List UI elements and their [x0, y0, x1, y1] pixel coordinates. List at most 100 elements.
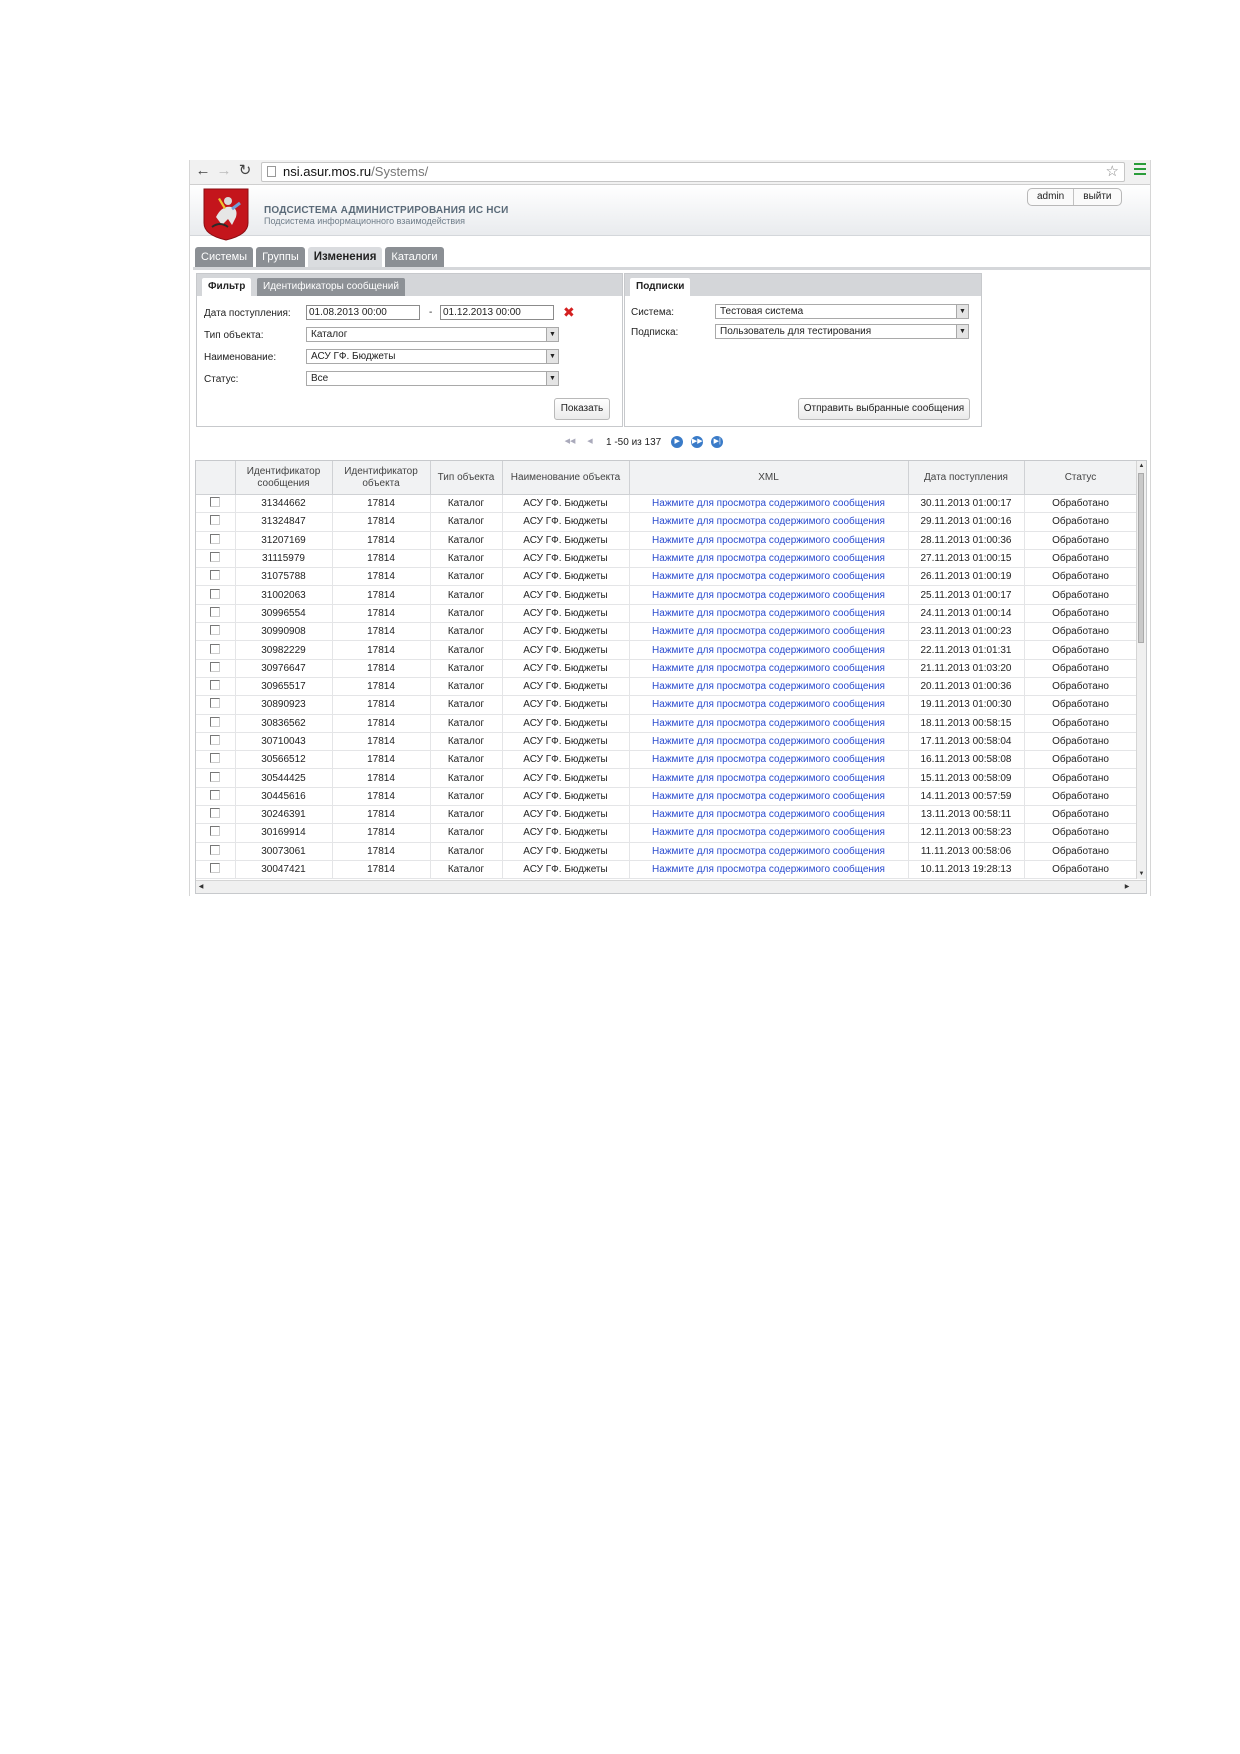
xml-view-link[interactable]: Нажмите для просмотра содержимого сообще…	[629, 512, 909, 532]
table-row[interactable]: 30073061 17814 Каталог АСУ ГФ. Бюджеты Нажми…	[196, 842, 1138, 861]
system-select[interactable]: Тестовая система ▼	[715, 304, 969, 319]
reload-icon[interactable]: ↻	[236, 162, 254, 180]
column-header-xml[interactable]: XML	[629, 461, 909, 495]
row-checkbox[interactable]	[210, 588, 221, 599]
xml-view-link[interactable]: Нажмите для просмотра содержимого сообще…	[629, 732, 909, 752]
horizontal-scrollbar[interactable]: ◀ ▶	[196, 880, 1146, 893]
table-row[interactable]: 30710043 17814 Каталог АСУ ГФ. Бюджеты Нажми…	[196, 732, 1138, 752]
prev-page-icon[interactable]: ◀	[584, 436, 596, 448]
row-checkbox[interactable]	[210, 515, 221, 526]
table-row[interactable]: 31344662 17814 Каталог АСУ ГФ. Бюджеты Нажми…	[196, 494, 1138, 514]
row-checkbox[interactable]	[210, 716, 221, 727]
column-header-object-name[interactable]: Наименование объекта	[502, 461, 630, 495]
row-checkbox[interactable]	[210, 844, 221, 855]
chevron-down-icon[interactable]: ▼	[546, 328, 558, 341]
subscription-select[interactable]: Пользователь для тестирования ▼	[715, 324, 969, 339]
table-row[interactable]: 30990908 17814 Каталог АСУ ГФ. Бюджеты Нажми…	[196, 622, 1138, 642]
table-row[interactable]: 31075788 17814 Каталог АСУ ГФ. Бюджеты Нажми…	[196, 567, 1138, 587]
last-page-icon[interactable]: ▶|	[711, 436, 724, 448]
row-checkbox[interactable]	[210, 735, 221, 745]
back-arrow-icon[interactable]: ←	[194, 162, 212, 180]
row-checkbox[interactable]	[210, 570, 221, 581]
row-checkbox[interactable]	[210, 552, 221, 563]
row-checkbox[interactable]	[210, 826, 221, 837]
table-row[interactable]: 30047421 17814 Каталог АСУ ГФ. Бюджеты Нажми…	[196, 860, 1138, 880]
date-to-input[interactable]: 01.12.2013 00:00	[440, 305, 554, 320]
table-row[interactable]: 30169914 17814 Каталог АСУ ГФ. Бюджеты Нажми…	[196, 823, 1138, 843]
xml-view-link[interactable]: Нажмите для просмотра содержимого сообще…	[629, 604, 909, 624]
tab-catalogs[interactable]: Каталоги	[385, 247, 444, 267]
vertical-scrollbar[interactable]: ▲ ▼	[1136, 461, 1146, 879]
object-type-select[interactable]: Каталог ▼	[306, 327, 559, 342]
row-checkbox[interactable]	[210, 698, 221, 709]
column-header-status[interactable]: Статус	[1024, 461, 1138, 495]
xml-view-link[interactable]: Нажмите для просмотра содержимого сообще…	[629, 585, 909, 605]
table-row[interactable]: 31002063 17814 Каталог АСУ ГФ. Бюджеты Нажми…	[196, 585, 1138, 605]
forward-arrow-icon[interactable]: →	[215, 162, 233, 180]
xml-view-link[interactable]: Нажмите для просмотра содержимого сообще…	[629, 823, 909, 843]
row-checkbox[interactable]	[210, 771, 221, 782]
row-checkbox[interactable]	[210, 606, 221, 617]
chevron-down-icon[interactable]: ▼	[956, 305, 968, 318]
table-row[interactable]: 30982229 17814 Каталог АСУ ГФ. Бюджеты Нажми…	[196, 640, 1138, 660]
table-row[interactable]: 30246391 17814 Каталог АСУ ГФ. Бюджеты Нажми…	[196, 805, 1138, 825]
scroll-right-icon[interactable]: ▶	[1122, 881, 1132, 893]
table-row[interactable]: 30544425 17814 Каталог АСУ ГФ. Бюджеты Нажми…	[196, 768, 1138, 788]
date-from-input[interactable]: 01.08.2013 00:00	[306, 305, 420, 320]
xml-view-link[interactable]: Нажмите для просмотра содержимого сообще…	[629, 549, 909, 569]
scroll-down-icon[interactable]: ▼	[1137, 869, 1146, 879]
row-checkbox[interactable]	[210, 643, 221, 654]
xml-view-link[interactable]: Нажмите для просмотра содержимого сообще…	[629, 622, 909, 642]
xml-view-link[interactable]: Нажмите для просмотра содержимого сообще…	[629, 714, 909, 733]
row-checkbox[interactable]	[210, 753, 221, 764]
xml-view-link[interactable]: Нажмите для просмотра содержимого сообще…	[629, 659, 909, 678]
fast-forward-icon[interactable]: ▶▶	[691, 436, 704, 448]
table-row[interactable]: 30836562 17814 Каталог АСУ ГФ. Бюджеты Нажми…	[196, 714, 1138, 733]
xml-view-link[interactable]: Нажмите для просмотра содержимого сообще…	[629, 787, 909, 807]
username-link[interactable]: admin	[1028, 189, 1073, 205]
tab-systems[interactable]: Системы	[195, 247, 254, 267]
table-row[interactable]: 30976647 17814 Каталог АСУ ГФ. Бюджеты Нажми…	[196, 659, 1138, 678]
xml-view-link[interactable]: Нажмите для просмотра содержимого сообще…	[629, 531, 909, 550]
star-icon[interactable]: ☆	[1106, 163, 1119, 181]
name-select[interactable]: АСУ ГФ. Бюджеты ▼	[306, 349, 559, 364]
logout-link[interactable]: выйти	[1074, 189, 1120, 205]
chevron-down-icon[interactable]: ▼	[546, 350, 558, 363]
table-row[interactable]: 31324847 17814 Каталог АСУ ГФ. Бюджеты Нажми…	[196, 512, 1138, 532]
row-checkbox[interactable]	[210, 533, 221, 544]
xml-view-link[interactable]: Нажмите для просмотра содержимого сообще…	[629, 768, 909, 788]
first-page-icon[interactable]: ◀◀	[564, 436, 576, 448]
row-checkbox[interactable]	[210, 789, 221, 800]
table-row[interactable]: 30445616 17814 Каталог АСУ ГФ. Бюджеты Нажми…	[196, 787, 1138, 807]
xml-view-link[interactable]: Нажмите для просмотра содержимого сообще…	[629, 567, 909, 587]
tab-groups[interactable]: Группы	[256, 247, 305, 267]
row-checkbox[interactable]	[210, 625, 221, 636]
xml-view-link[interactable]: Нажмите для просмотра содержимого сообще…	[629, 695, 909, 715]
row-checkbox[interactable]	[210, 863, 221, 874]
chevron-down-icon[interactable]: ▼	[546, 372, 558, 385]
xml-view-link[interactable]: Нажмите для просмотра содержимого сообще…	[629, 750, 909, 770]
send-selected-button[interactable]: Отправить выбранные сообщения	[798, 398, 970, 420]
xml-view-link[interactable]: Нажмите для просмотра содержимого сообще…	[629, 860, 909, 880]
menu-icon[interactable]	[1134, 163, 1146, 177]
xml-view-link[interactable]: Нажмите для просмотра содержимого сообще…	[629, 494, 909, 514]
row-checkbox[interactable]	[210, 808, 221, 819]
xml-view-link[interactable]: Нажмите для просмотра содержимого сообще…	[629, 805, 909, 825]
xml-view-link[interactable]: Нажмите для просмотра содержимого сообще…	[629, 842, 909, 861]
next-page-icon[interactable]: ▶	[671, 436, 684, 448]
scroll-up-icon[interactable]: ▲	[1137, 461, 1146, 471]
table-row[interactable]: 30965517 17814 Каталог АСУ ГФ. Бюджеты Нажми…	[196, 677, 1138, 697]
scroll-left-icon[interactable]: ◀	[196, 881, 206, 893]
column-header-date[interactable]: Дата поступления	[908, 461, 1025, 495]
address-bar[interactable]: nsi.asur.mos.ru/Systems/ ☆	[261, 162, 1125, 182]
tab-changes[interactable]: Изменения	[307, 247, 383, 267]
tab-subscriptions[interactable]: Подписки	[630, 278, 691, 296]
column-header-object-type[interactable]: Тип объекта	[430, 461, 503, 495]
status-select[interactable]: Все ▼	[306, 371, 559, 386]
table-row[interactable]: 30890923 17814 Каталог АСУ ГФ. Бюджеты Нажми…	[196, 695, 1138, 715]
table-row[interactable]: 30566512 17814 Каталог АСУ ГФ. Бюджеты Нажми…	[196, 750, 1138, 770]
column-header-object-id[interactable]: Идентификатор объекта	[332, 461, 431, 495]
column-header-message-id[interactable]: Идентификатор сообщения	[235, 461, 333, 495]
table-row[interactable]: 31115979 17814 Каталог АСУ ГФ. Бюджеты Нажми…	[196, 549, 1138, 569]
show-button[interactable]: Показать	[554, 398, 610, 420]
